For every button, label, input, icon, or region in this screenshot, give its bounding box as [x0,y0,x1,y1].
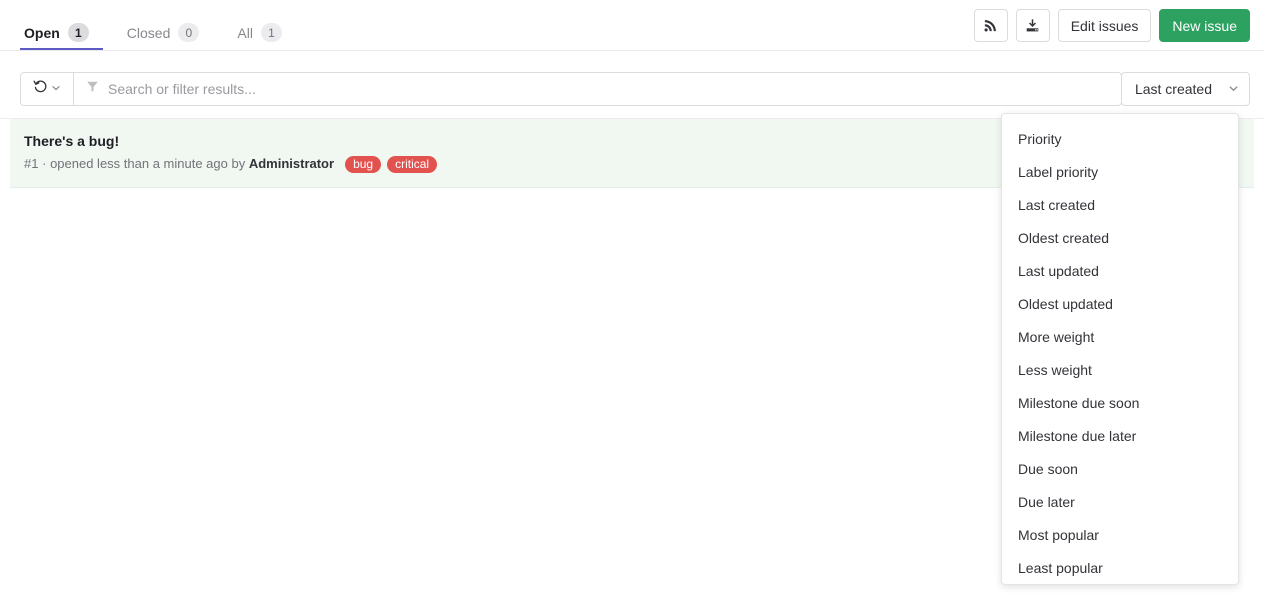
issue-reference: #1 [24,156,39,171]
sort-option-due-soon[interactable]: Due soon [1002,452,1238,485]
sort-option-priority[interactable]: Priority [1002,122,1238,155]
search-field-wrapper[interactable] [74,73,1121,105]
issue-state-tabs: Open 1 Closed 0 All 1 [20,0,316,51]
search-input[interactable] [108,73,1121,105]
sort-option-oldest-updated[interactable]: Oldest updated [1002,287,1238,320]
sort-option-most-popular[interactable]: Most popular [1002,518,1238,551]
sort-option-more-weight[interactable]: More weight [1002,320,1238,353]
sort-option-less-weight[interactable]: Less weight [1002,353,1238,386]
sort-dropdown-button[interactable]: Last created [1120,72,1250,106]
sort-option-label-priority[interactable]: Label priority [1002,155,1238,188]
tab-all[interactable]: All 1 [233,0,296,50]
recent-searches-button[interactable] [21,73,74,105]
tab-open[interactable]: Open 1 [20,0,103,50]
sort-option-last-created[interactable]: Last created [1002,188,1238,221]
sort-option-due-later[interactable]: Due later [1002,485,1238,518]
tab-all-label: All [237,24,253,41]
filter-bar: Last created [0,51,1264,119]
tab-closed-count: 0 [178,23,200,42]
chevron-down-icon [51,80,61,98]
sort-option-milestone-due-later[interactable]: Milestone due later [1002,419,1238,452]
toolbar-actions: Edit issues New issue [973,9,1250,42]
issue-labels: bug critical [345,155,438,173]
issue-opened-text: opened less than a minute ago by [50,156,246,171]
tab-closed[interactable]: Closed 0 [123,0,214,50]
download-export-icon [1025,18,1040,33]
history-rotate-icon [33,79,48,99]
chevron-down-icon [1228,81,1239,97]
export-issues-button[interactable] [1015,9,1050,42]
tab-open-label: Open [24,24,60,41]
sort-option-milestone-due-soon[interactable]: Milestone due soon [1002,386,1238,419]
tab-closed-label: Closed [126,24,171,41]
sort-dropdown-label: Last created [1134,81,1212,97]
issues-page: Open 1 Closed 0 All 1 Edit issues New is… [0,0,1264,596]
issue-author[interactable]: Administrator [249,155,334,173]
issue-label-critical[interactable]: critical [387,155,438,173]
tab-all-count: 1 [260,23,282,42]
sort-dropdown-menu: Priority Label priority Last created Old… [1001,113,1239,585]
edit-issues-button[interactable]: Edit issues [1057,9,1152,42]
sort-option-last-updated[interactable]: Last updated [1002,254,1238,287]
rss-feed-icon [983,18,998,33]
tab-open-count: 1 [67,23,89,42]
search-filter-container [20,72,1122,106]
issues-toolbar: Open 1 Closed 0 All 1 Edit issues New is… [0,0,1264,51]
filter-funnel-icon [86,80,99,98]
new-issue-button[interactable]: New issue [1159,9,1250,42]
issue-label-bug[interactable]: bug [345,155,382,173]
rss-feed-button[interactable] [973,9,1008,42]
sort-option-least-popular[interactable]: Least popular [1002,551,1238,584]
sort-option-oldest-created[interactable]: Oldest created [1002,221,1238,254]
